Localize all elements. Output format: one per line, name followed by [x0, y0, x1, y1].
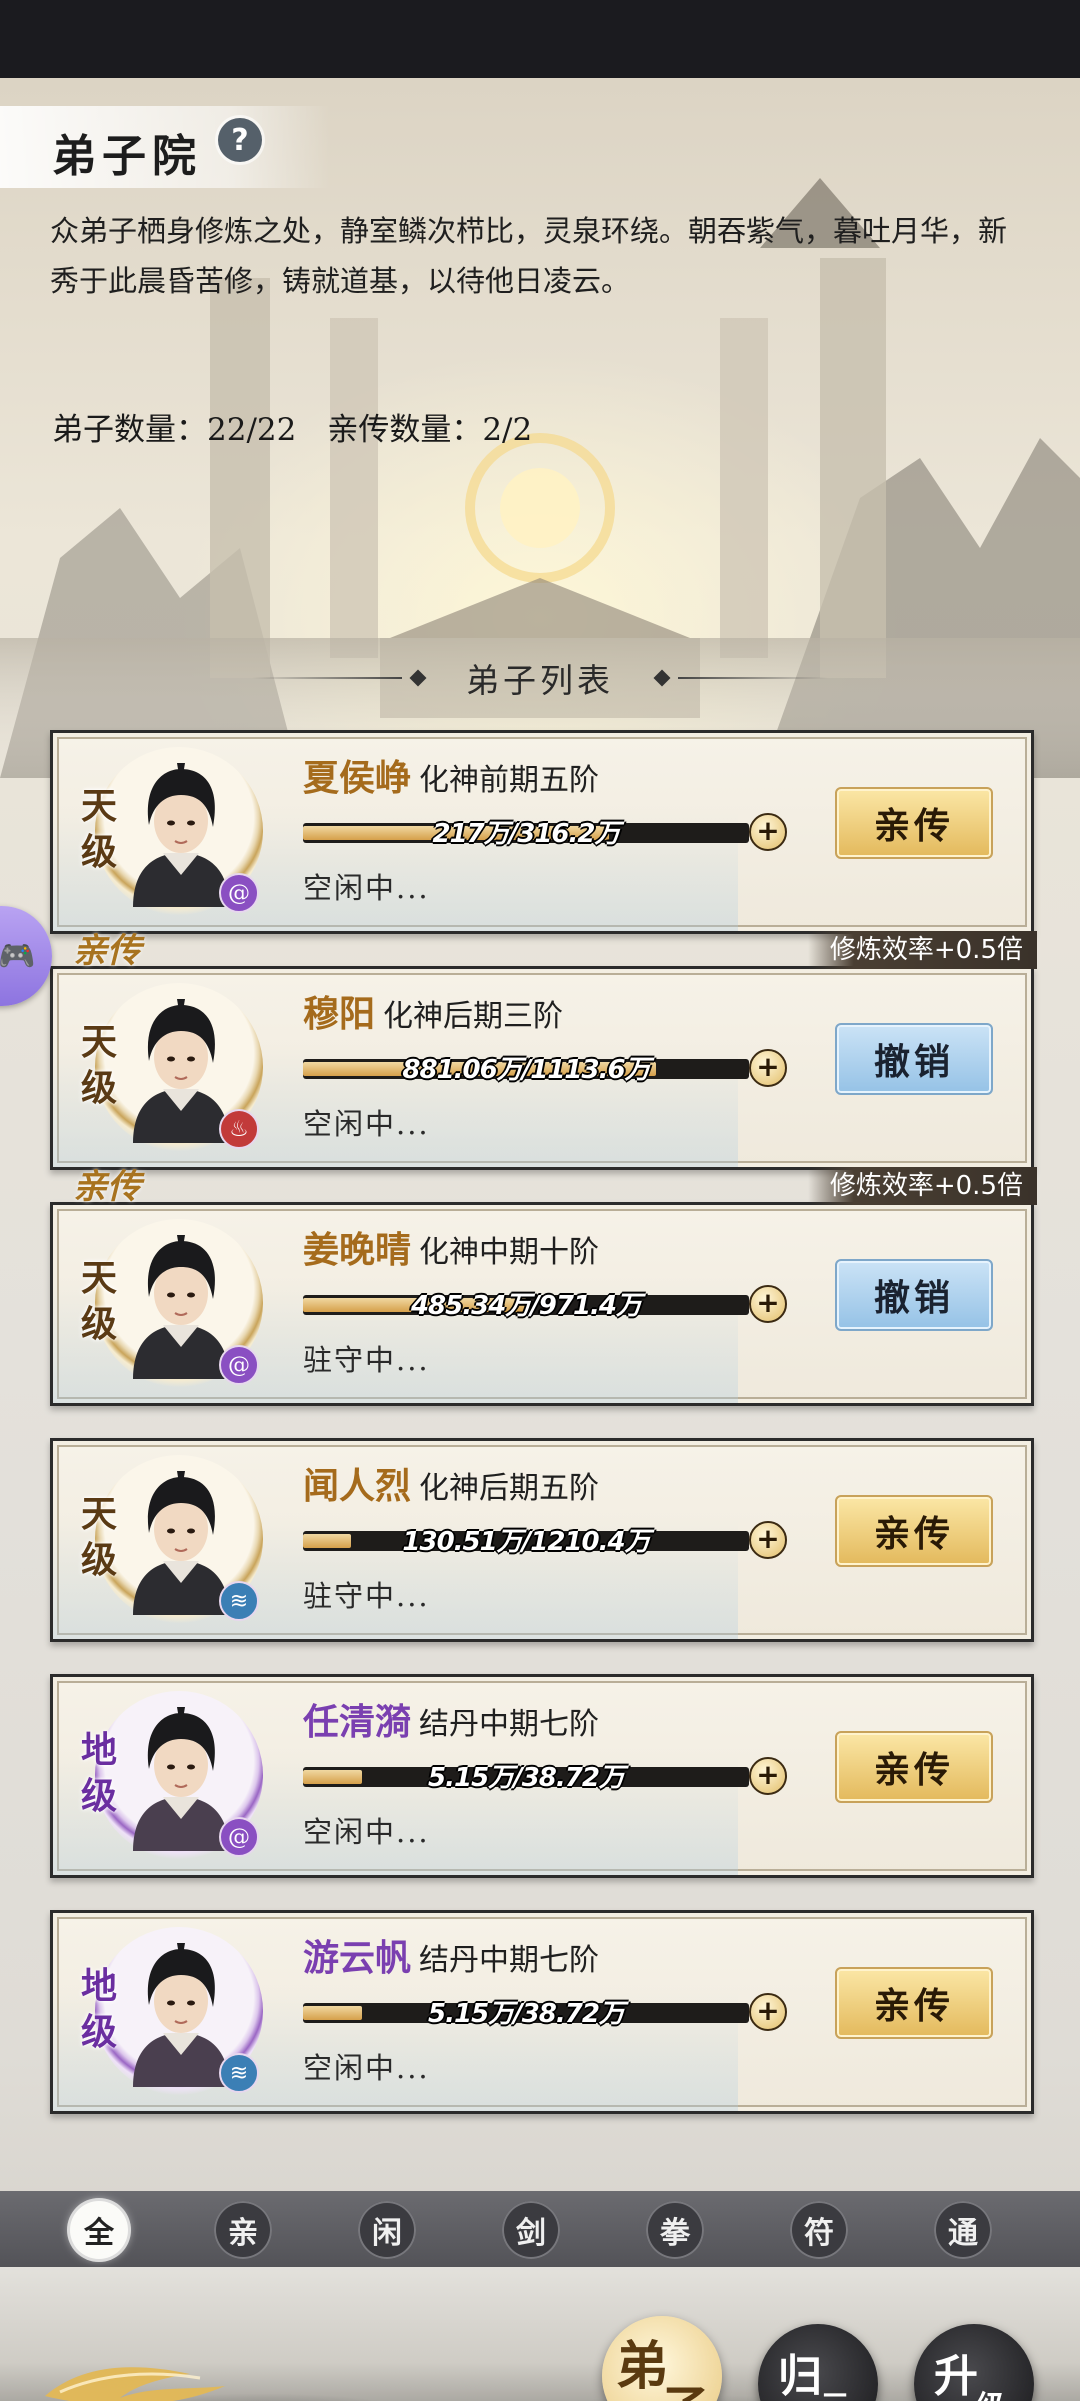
left-ornament [252, 671, 432, 685]
rank-label: 天级 [80, 785, 117, 873]
progress-text: 217万/316.2万 [432, 819, 620, 849]
disciple-counts: 弟子数量：22/22 亲传数量：2/2 [52, 412, 533, 448]
help-icon[interactable]: ? [218, 118, 262, 162]
swirl-icon: @ [219, 1817, 259, 1857]
water-icon: ≋ [219, 1581, 259, 1621]
disciple-status: 空闲中... [303, 2051, 430, 2085]
disciple-name-line: 夏侯峥 化神前期五阶 [303, 749, 599, 801]
cultivation-realm: 结丹中期七阶 [419, 1707, 600, 1742]
nav-sub-label: 元 [820, 2382, 850, 2401]
disciple-name: 闻人烈 [303, 1465, 412, 1507]
filter-tab[interactable]: 闲 [358, 2201, 416, 2259]
disciple-name: 姜晚晴 [303, 1229, 412, 1271]
disciple-name: 任清漪 [303, 1701, 412, 1743]
rank-label: 地级 [80, 1965, 117, 2053]
disciple-card: 亲传 修炼效率+0.5倍 天级 @ 姜晚晴 化神中期十阶 485.34万/971.… [50, 1167, 1037, 1406]
page-title: 弟子院 [52, 131, 202, 182]
cultivation-progress-bar: 130.51万/1210.4万 [303, 1527, 749, 1557]
progress-text: 5.15万/38.72万 [428, 1999, 625, 2029]
direct-disciple-button[interactable]: 亲传 [835, 1495, 993, 1567]
swirl-icon: @ [219, 1345, 259, 1385]
disciple-card: 亲传 修炼效率+0.5倍 天级 ♨ 穆阳 化神后期三阶 881.06万/1113.… [50, 931, 1037, 1170]
cultivation-progress-bar: 881.06万/1113.6万 [303, 1055, 749, 1085]
cultivation-progress-bar: 485.34万/971.4万 [303, 1291, 749, 1321]
revoke-button[interactable]: 撤销 [835, 1259, 993, 1331]
cultivation-realm: 结丹中期七阶 [419, 1943, 600, 1978]
disciple-name-line: 游云帆 结丹中期七阶 [303, 1929, 599, 1981]
progress-text: 881.06万/1113.6万 [402, 1055, 650, 1085]
direct-disciple-button[interactable]: 亲传 [835, 1967, 993, 2039]
filter-tab[interactable]: 亲 [214, 2201, 272, 2259]
filter-bar: 全亲闲剑拳符通 [0, 2191, 1080, 2267]
nav-main-label: 归 [778, 2351, 822, 2401]
rank-label: 天级 [80, 1257, 117, 1345]
ink-brush-icon [45, 2367, 225, 2401]
direct-disciple-tag: 亲传 [73, 1167, 141, 1207]
cultivation-progress-bar: 5.15万/38.72万 [303, 1763, 749, 1793]
direct-disciple-tag: 亲传 [73, 931, 141, 971]
cultivation-realm: 化神后期三阶 [383, 999, 564, 1034]
progress-text: 5.15万/38.72万 [428, 1763, 625, 1793]
rank-label: 天级 [80, 1493, 117, 1581]
cultivation-realm: 化神后期五阶 [419, 1471, 600, 1506]
disciple-status: 驻守中... [303, 1579, 430, 1613]
courtyard-description: 众弟子栖身修炼之处，静室鳞次栉比，灵泉环绕。朝吞紫气，暮吐月华，新秀于此晨昏苦修… [50, 214, 1008, 298]
revoke-button[interactable]: 撤销 [835, 1023, 993, 1095]
list-title: 弟子列表 [466, 661, 614, 700]
disciple-status: 空闲中... [303, 871, 430, 905]
list-header: 弟子列表 [0, 648, 1080, 708]
disciple-status: 空闲中... [303, 1107, 430, 1141]
disciple-status: 驻守中... [303, 1343, 430, 1377]
nav-main-label: 升 [934, 2351, 978, 2401]
progress-text: 485.34万/971.4万 [410, 1291, 642, 1321]
disciple-name-line: 姜晚晴 化神中期十阶 [303, 1221, 599, 1273]
direct-disciple-button[interactable]: 亲传 [835, 1731, 993, 1803]
disciple-name-line: 闻人烈 化神后期五阶 [303, 1457, 599, 1509]
cultivation-progress-bar: 5.15万/38.72万 [303, 1999, 749, 2029]
add-cultivation-button[interactable]: + [749, 1521, 787, 1559]
disciple-name: 游云帆 [303, 1937, 412, 1979]
water-icon: ≋ [219, 2053, 259, 2093]
efficiency-badge: 修炼效率+0.5倍 [807, 931, 1037, 969]
disciple-name-line: 任清漪 结丹中期七阶 [303, 1693, 599, 1745]
progress-text: 130.51万/1210.4万 [402, 1527, 650, 1557]
nav-sub-label: 级 [976, 2382, 1006, 2401]
gamepad-icon[interactable]: 🎮 [0, 906, 52, 1006]
filter-tab[interactable]: 通 [934, 2201, 992, 2259]
filter-tab[interactable]: 符 [790, 2201, 848, 2259]
disciple-status: 空闲中... [303, 1815, 430, 1849]
filter-tab[interactable]: 全 [70, 2201, 128, 2259]
cultivation-realm: 化神中期十阶 [419, 1235, 600, 1270]
add-cultivation-button[interactable]: + [749, 1049, 787, 1087]
add-cultivation-button[interactable]: + [749, 1285, 787, 1323]
cultivation-progress-bar: 217万/316.2万 [303, 819, 749, 849]
fire-icon: ♨ [219, 1109, 259, 1149]
disciple-card: 地级 @ 任清漪 结丹中期七阶 5.15万/38.72万 + 空闲中... 亲传 [50, 1674, 1034, 1878]
cultivation-realm: 化神前期五阶 [419, 763, 600, 798]
right-ornament [648, 671, 828, 685]
direct-disciple-button[interactable]: 亲传 [835, 787, 993, 859]
disciple-card: 天级 @ 夏侯峥 化神前期五阶 217万/316.2万 + 空闲中... 亲传 [50, 730, 1034, 934]
disciple-card: 地级 ≋ 游云帆 结丹中期七阶 5.15万/38.72万 + 空闲中... 亲传 [50, 1910, 1034, 2114]
disciple-card: 天级 ≋ 闻人烈 化神后期五阶 130.51万/1210.4万 + 驻守中... … [50, 1438, 1034, 1642]
rank-label: 地级 [80, 1729, 117, 1817]
nav-sub-label: 子 [660, 2370, 710, 2401]
disciple-name: 穆阳 [303, 993, 376, 1035]
add-cultivation-button[interactable]: + [749, 1993, 787, 2031]
filter-tab[interactable]: 拳 [646, 2201, 704, 2259]
rank-label: 天级 [80, 1021, 117, 1109]
add-cultivation-button[interactable]: + [749, 813, 787, 851]
disciple-courtyard-screen: 弟子院 ? 众弟子栖身修炼之处，静室鳞次栉比，灵泉环绕。朝吞紫气，暮吐月华，新秀… [0, 78, 1080, 2401]
add-cultivation-button[interactable]: + [749, 1757, 787, 1795]
disciple-name-line: 穆阳 化神后期三阶 [303, 985, 563, 1037]
swirl-icon: @ [219, 873, 259, 913]
filter-tab[interactable]: 剑 [502, 2201, 560, 2259]
disciple-name: 夏侯峥 [303, 757, 412, 799]
efficiency-badge: 修炼效率+0.5倍 [807, 1167, 1037, 1205]
